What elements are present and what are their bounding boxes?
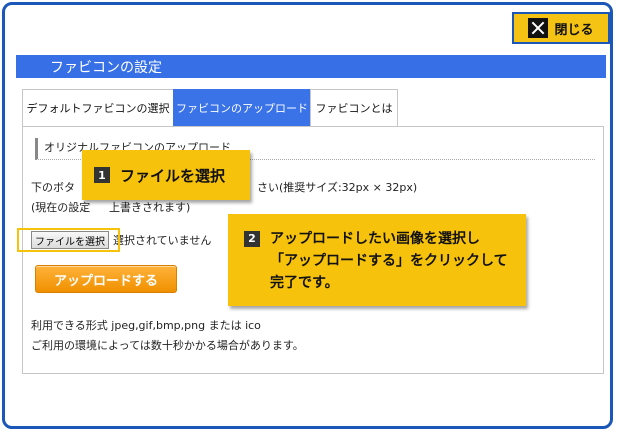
callout-step-1: 1 ファイルを選択: [82, 150, 250, 200]
close-icon: [528, 18, 549, 38]
file-status: 選択されていません: [113, 234, 212, 247]
step-2-line-2: 「アップロードする」をクリックして: [270, 253, 508, 269]
tab-about-favicon[interactable]: ファビコンとは: [310, 89, 398, 127]
upload-button[interactable]: アップロードする: [35, 265, 177, 293]
step-1-text: ファイルを選択: [120, 166, 226, 185]
description-line-1-left: 下のボタ: [31, 181, 75, 194]
description-line-2-left: (現在の設定: [31, 201, 91, 214]
step-2-badge: 2: [244, 231, 260, 247]
step-2-line-1: アップロードしたい画像を選択し: [270, 231, 480, 247]
tab-favicon-upload[interactable]: ファビコンのアップロード: [173, 89, 311, 127]
step-1-badge: 1: [94, 167, 110, 183]
processing-note: ご利用の環境によっては数十秒かかる場合があります。: [31, 339, 304, 352]
supported-formats: 利用できる形式 jpeg,gif,bmp,png または ico: [31, 319, 261, 332]
page-title: ファビコンの設定: [16, 55, 606, 78]
file-button-highlight: [17, 228, 120, 252]
tab-default-favicon[interactable]: デフォルトファビコンの選択: [22, 89, 174, 127]
callout-step-2: 2 アップロードしたい画像を選択し 「アップロードする」をクリックして 完了です…: [228, 214, 526, 306]
description-line-1-right: さい(推奨サイズ:32px × 32px): [257, 181, 418, 194]
description-line-2-right: 上書きされます): [109, 201, 191, 214]
close-button[interactable]: 閉じる: [512, 12, 610, 44]
tab-bar: デフォルトファビコンの選択 ファビコンのアップロード ファビコンとは: [22, 89, 398, 127]
step-2-line-3: 完了です。: [270, 275, 339, 291]
close-label: 閉じる: [554, 22, 594, 38]
